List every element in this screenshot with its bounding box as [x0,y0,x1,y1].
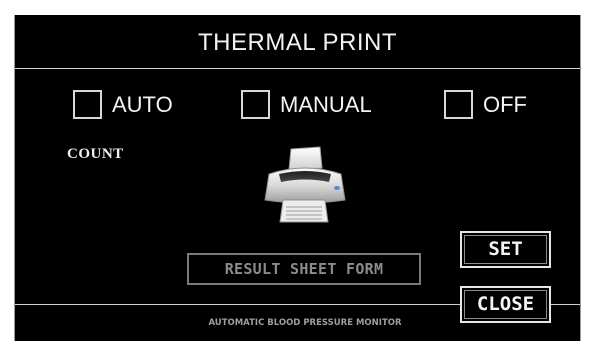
printer-icon [264,146,346,223]
page-title: THERMAL PRINT [198,29,397,56]
auto-option[interactable]: AUTO [73,88,173,121]
off-checkbox[interactable] [444,90,473,119]
footer-text: AUTOMATIC BLOOD PRESSURE MONITOR [208,318,402,328]
off-label: OFF [483,91,527,117]
auto-checkbox[interactable] [73,90,102,119]
count-label: COUNT [67,146,124,162]
auto-label: AUTO [112,91,173,117]
result-sheet-form-button[interactable]: RESULT SHEET FORM [187,253,421,285]
manual-checkbox[interactable] [241,90,270,119]
title-divider [15,68,580,69]
manual-option[interactable]: MANUAL [241,88,372,121]
thermal-print-panel: THERMAL PRINT AUTO MANUAL OFF COUNT RESU… [14,15,581,341]
close-button[interactable]: CLOSE [460,286,551,323]
manual-label: MANUAL [280,91,372,117]
set-button[interactable]: SET [460,231,551,268]
off-option[interactable]: OFF [444,88,527,121]
